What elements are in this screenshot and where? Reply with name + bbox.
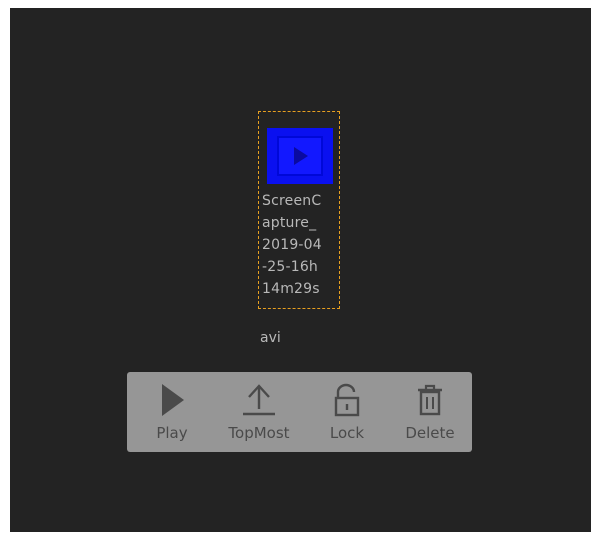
topmost-button[interactable]: TopMost bbox=[215, 372, 303, 452]
delete-label: Delete bbox=[405, 424, 455, 442]
play-label: Play bbox=[156, 424, 188, 442]
video-file-item[interactable]: ScreenC apture_ 2019-04 -25-16h 14m29s bbox=[258, 111, 340, 309]
file-name-line: apture_ bbox=[262, 215, 317, 231]
upload-icon bbox=[243, 384, 275, 416]
video-thumbnail[interactable] bbox=[267, 128, 333, 184]
file-name-line: ScreenC bbox=[262, 193, 322, 209]
file-name-line: 2019-04 bbox=[262, 237, 322, 253]
thumbnail-frame bbox=[277, 136, 323, 176]
play-icon bbox=[162, 384, 184, 416]
delete-button[interactable]: Delete bbox=[395, 372, 465, 452]
file-name-line: 14m29s bbox=[262, 281, 320, 297]
trash-icon bbox=[418, 384, 442, 416]
unlock-icon bbox=[334, 383, 360, 417]
play-icon bbox=[294, 147, 308, 165]
file-name: ScreenC apture_ 2019-04 -25-16h 14m29s bbox=[262, 190, 338, 300]
file-name-line: -25-16h bbox=[262, 259, 319, 275]
lock-label: Lock bbox=[329, 424, 365, 442]
topmost-label: TopMost bbox=[228, 424, 290, 442]
context-toolbar: Play TopMost Lock Delete bbox=[127, 372, 472, 452]
desktop-canvas: ScreenC apture_ 2019-04 -25-16h 14m29s a… bbox=[10, 8, 591, 532]
play-button[interactable]: Play bbox=[147, 372, 197, 452]
lock-button[interactable]: Lock bbox=[320, 372, 374, 452]
file-extension: avi bbox=[260, 330, 281, 346]
